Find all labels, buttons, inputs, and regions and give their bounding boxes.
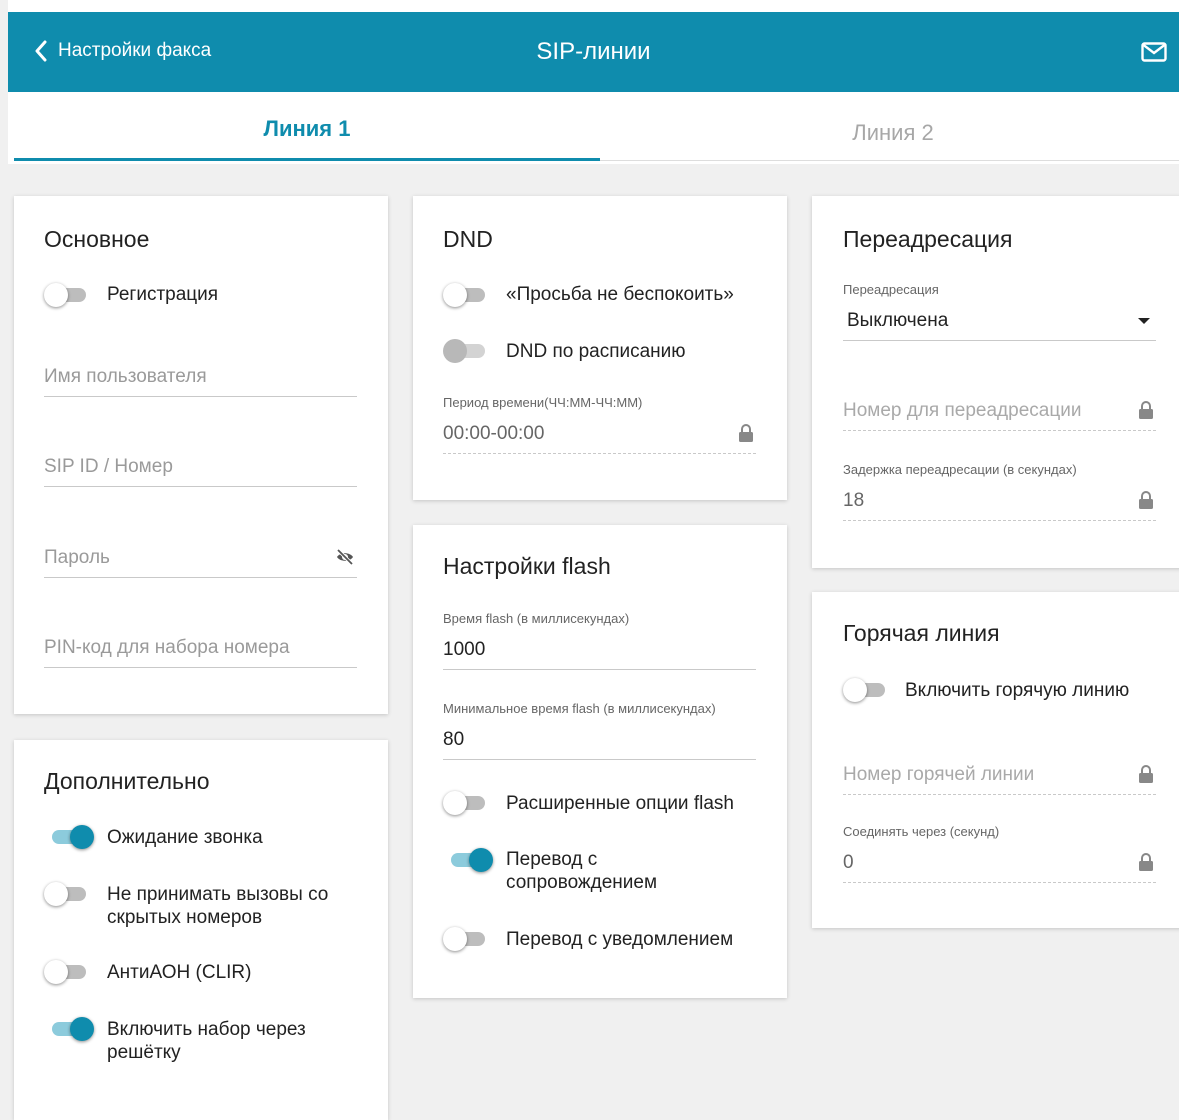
lock-icon — [1138, 400, 1154, 425]
pin-field[interactable]: PIN-код для набора номера — [44, 627, 357, 668]
period-value: 00:00-00:00 — [443, 423, 545, 444]
eye-off-icon[interactable] — [335, 548, 355, 570]
tab-line-2[interactable]: Линия 2 — [600, 120, 1179, 146]
call-waiting-toggle[interactable] — [48, 824, 94, 850]
basic-settings-card: Основное Регистрация Имя пользователя SI… — [14, 196, 388, 714]
mail-icon[interactable] — [1141, 42, 1167, 67]
clir-toggle[interactable] — [44, 959, 88, 985]
connect-delay-value: 0 — [843, 852, 854, 873]
clir-label: АнтиАОН (CLIR) — [107, 962, 252, 983]
call-waiting-label: Ожидание звонка — [107, 827, 263, 848]
forward-delay-value: 18 — [843, 490, 865, 511]
forward-delay-label: Задержка переадресации (в секундах) — [843, 462, 1077, 477]
lock-icon — [738, 423, 754, 448]
card-title: DND — [443, 226, 493, 252]
username-field[interactable]: Имя пользователя — [44, 356, 357, 397]
forward-delay-field: 18 — [843, 480, 1156, 521]
forwarding-mode-select[interactable]: Выключена — [843, 300, 1156, 341]
caret-down-icon — [1138, 318, 1150, 324]
notify-transfer-label: Перевод с уведомлением — [506, 929, 734, 950]
header-bar: Настройки факса SIP-линии — [8, 12, 1179, 92]
dnd-schedule-toggle[interactable] — [443, 338, 487, 364]
forwarding-mode-value: Выключена — [847, 310, 949, 331]
password-field[interactable]: Пароль — [44, 537, 357, 578]
lock-icon — [1138, 764, 1154, 789]
connect-delay-field: 0 — [843, 842, 1156, 883]
registration-toggle[interactable] — [44, 282, 88, 308]
connect-delay-label: Соединять через (секунд) — [843, 824, 1000, 839]
hotline-number-placeholder: Номер горячей линии — [843, 764, 1035, 785]
card-title: Настройки flash — [443, 553, 611, 579]
username-placeholder: Имя пользователя — [44, 366, 207, 387]
sip-id-placeholder: SIP ID / Номер — [44, 456, 173, 477]
card-title: Горячая линия — [843, 620, 1000, 646]
lock-icon — [1138, 490, 1154, 515]
reject-hidden-label: Не принимать вызовы со скрытых номеров — [107, 884, 329, 928]
lock-icon — [1138, 852, 1154, 877]
password-placeholder: Пароль — [44, 547, 110, 568]
dnd-card: DND «Просьба не беспокоить» DND по распи… — [413, 196, 787, 500]
min-flash-time-value: 80 — [443, 729, 465, 750]
hotline-toggle[interactable] — [843, 677, 887, 703]
forwarding-card: Переадресация Переадресация Выключена Но… — [812, 196, 1179, 568]
reject-hidden-toggle[interactable] — [44, 881, 88, 907]
forwarding-mode-label: Переадресация — [843, 282, 939, 297]
forward-number-placeholder: Номер для переадресации — [843, 400, 1082, 421]
hotline-card: Горячая линия Включить горячую линию Ном… — [812, 592, 1179, 928]
flash-time-label: Время flash (в миллисекундах) — [443, 611, 630, 626]
sip-id-field[interactable]: SIP ID / Номер — [44, 446, 357, 487]
attended-transfer-toggle[interactable] — [447, 847, 493, 873]
pin-placeholder: PIN-код для набора номера — [44, 637, 290, 658]
tab-divider — [600, 160, 1179, 161]
hash-dial-label: Включить набор через решётку — [107, 1019, 306, 1063]
hotline-number-field: Номер горячей линии — [843, 754, 1156, 795]
card-title: Основное — [44, 226, 150, 252]
period-field: 00:00-00:00 — [443, 413, 756, 454]
registration-label: Регистрация — [107, 284, 219, 305]
extended-flash-label: Расширенные опции flash — [506, 793, 734, 814]
do-not-disturb-label: «Просьба не беспокоить» — [506, 284, 734, 305]
hotline-label: Включить горячую линию — [905, 680, 1130, 701]
flash-time-field[interactable]: 1000 — [443, 629, 756, 670]
top-strip — [8, 0, 1179, 12]
min-flash-time-field[interactable]: 80 — [443, 719, 756, 760]
do-not-disturb-toggle[interactable] — [443, 282, 487, 308]
hash-dial-toggle[interactable] — [48, 1016, 94, 1042]
tab-line-1[interactable]: Линия 1 — [14, 116, 600, 142]
attended-transfer-label: Перевод с сопровождением — [506, 849, 658, 893]
additional-settings-card: Дополнительно Ожидание звонка Не принима… — [14, 740, 388, 1120]
notify-transfer-toggle[interactable] — [443, 926, 487, 952]
period-label: Период времени(ЧЧ:ММ-ЧЧ:ММ) — [443, 395, 643, 410]
flash-settings-card: Настройки flash Время flash (в миллисеку… — [413, 525, 787, 998]
extended-flash-toggle[interactable] — [443, 790, 487, 816]
page-title: SIP-линии — [536, 38, 651, 65]
line-tabs: Линия 1 Линия 2 — [8, 92, 1179, 164]
min-flash-time-label: Минимальное время flash (в миллисекундах… — [443, 701, 716, 716]
flash-time-value: 1000 — [443, 639, 486, 660]
dnd-schedule-label: DND по расписанию — [506, 341, 686, 362]
forward-number-field: Номер для переадресации — [843, 390, 1156, 431]
card-title: Дополнительно — [44, 768, 210, 794]
active-tab-indicator — [14, 158, 600, 161]
card-title: Переадресация — [843, 226, 1013, 252]
